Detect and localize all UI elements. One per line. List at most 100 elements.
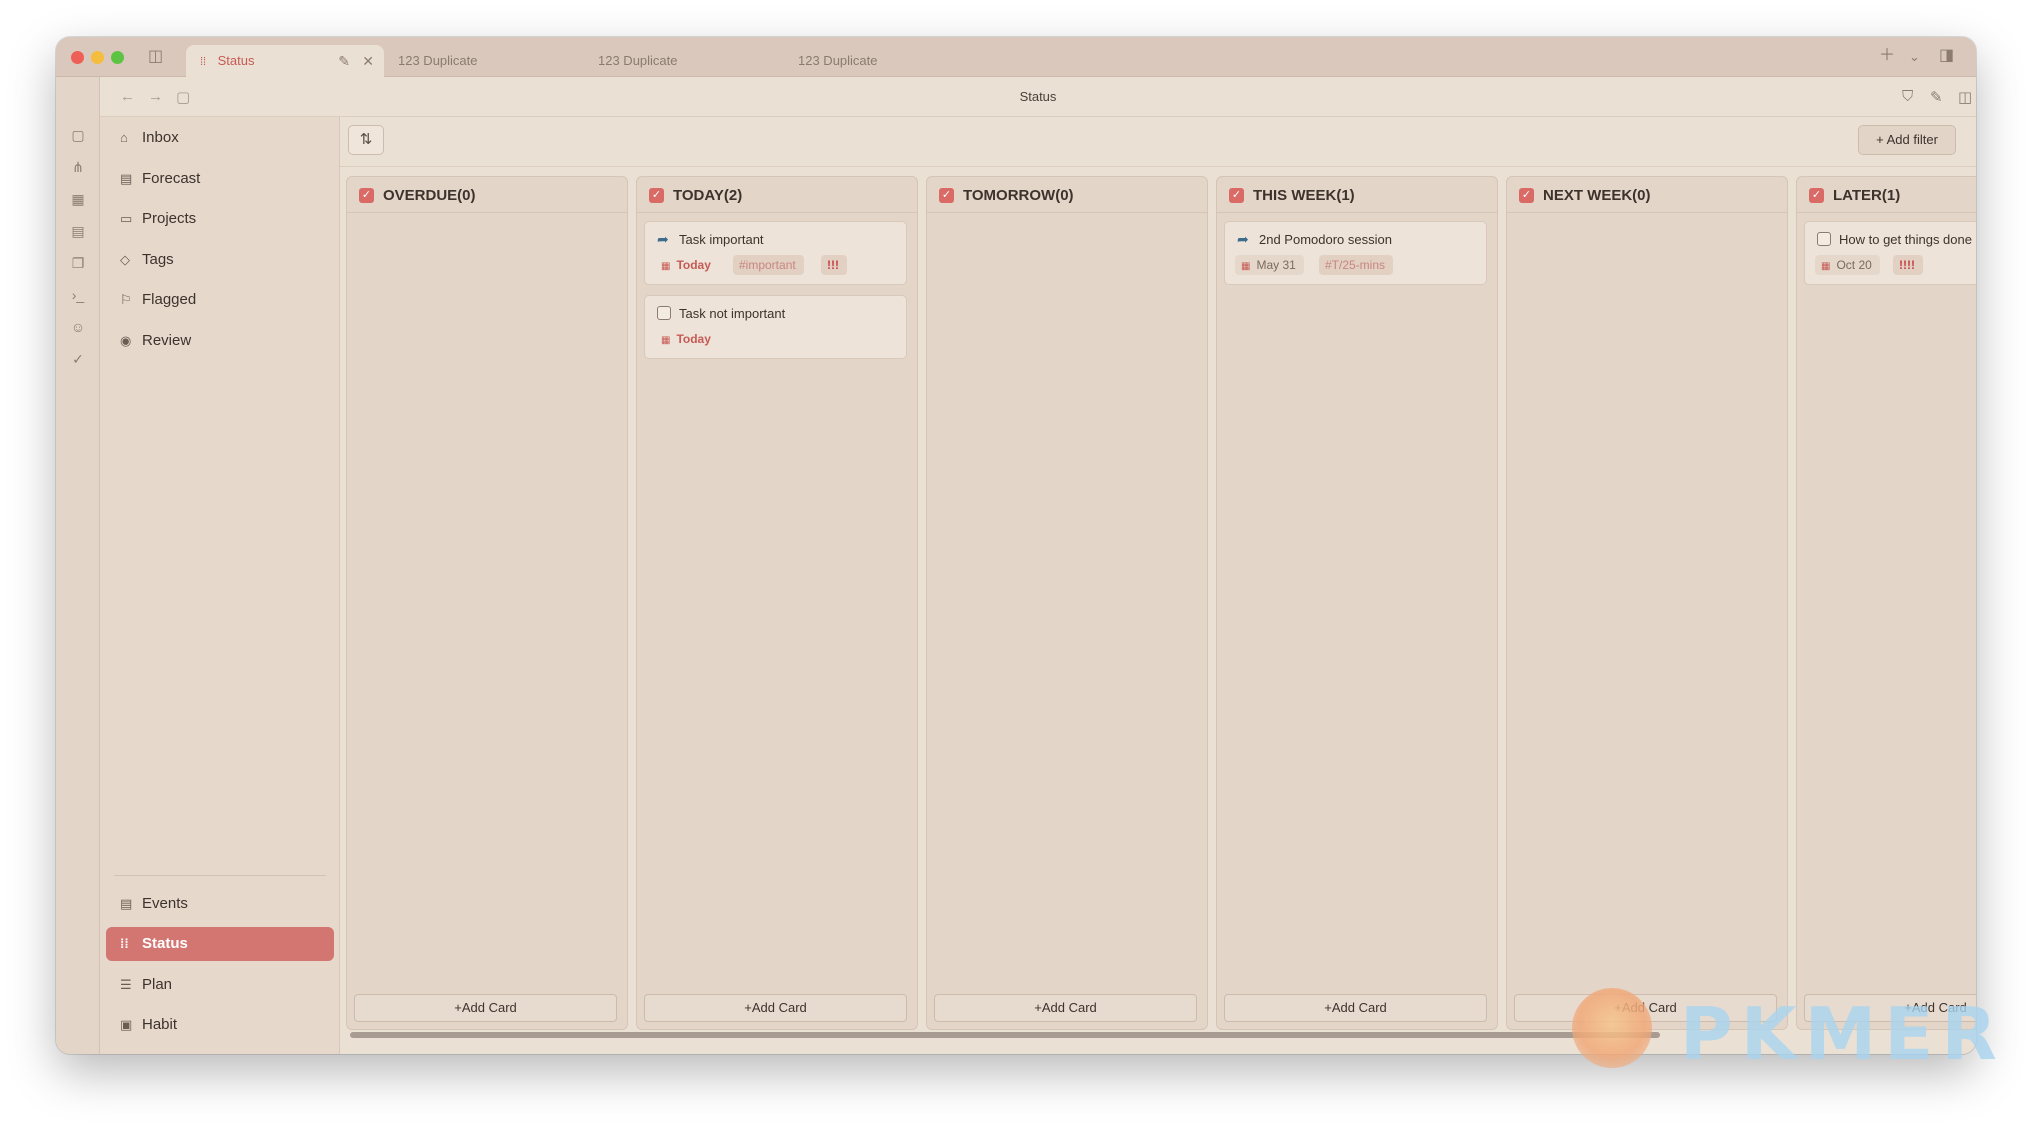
column-header: ✓ TOMORROW(0) [927,177,1207,213]
habit-icon: ▣ [120,1017,133,1032]
tag-chip[interactable]: #important [733,255,804,275]
column-title: NEXT WEEK(0) [1543,187,1651,204]
add-filter-label: Add filter [1886,132,1938,147]
sidebar-item-forecast[interactable]: ▤ Forecast [106,162,334,196]
calendar-icon: ▤ [120,171,133,186]
plus-icon: + [744,1000,752,1015]
sidebar-item-review[interactable]: ◉ Review [106,324,334,358]
add-card-button[interactable]: +Add Card [1804,994,1976,1022]
priority-chip: !!!! [1893,255,1923,275]
tab-duplicate-2[interactable]: 123 Duplicate [584,45,784,77]
column-checkbox[interactable]: ✓ [1519,188,1534,203]
tab-label: 123 Duplicate [398,53,478,68]
date-chip: ▦ Today [655,329,719,349]
add-filter-button[interactable]: + Add filter [1858,125,1956,155]
task-title: 2nd Pomodoro session [1259,232,1392,247]
calendar-icon[interactable]: ▤ [70,223,86,239]
graph-icon[interactable]: ⋔ [70,159,86,175]
column-checkbox[interactable]: ✓ [649,188,664,203]
add-card-button[interactable]: +Add Card [934,994,1197,1022]
sidebar-item-status[interactable]: ⁞⁞ Status [106,927,334,961]
task-checkbox[interactable] [1817,232,1831,246]
date-label: Today [676,332,711,346]
column-checkbox[interactable]: ✓ [939,188,954,203]
tab-duplicate-3[interactable]: 123 Duplicate [784,45,984,77]
sidebar-item-label: Tags [142,251,174,268]
add-card-button[interactable]: +Add Card [1514,994,1777,1022]
sort-icon: ⇅ [359,131,373,148]
layout-icon[interactable]: ◫ [1958,88,1972,106]
sidebar-item-flagged[interactable]: ⚐ Flagged [106,283,334,317]
flag-icon: ⚐ [120,292,132,307]
horizontal-scrollbar[interactable] [350,1032,1660,1038]
new-tab-icon[interactable]: ＋ [1879,48,1895,64]
title-bar: ◫ ⁞⁞ Status ✎ ✕ 123 Duplicate 123 Duplic… [56,37,1976,77]
close-tab-icon[interactable]: ✕ [362,45,374,77]
task-card[interactable]: ➦ 2nd Pomodoro session ▦ May 31 #T/25-min… [1224,221,1487,285]
column-title: TODAY(2) [673,187,743,204]
date-chip: ▦ Oct 20 [1815,255,1880,275]
column-checkbox[interactable]: ✓ [1809,188,1824,203]
task-card[interactable]: How to get things done ▦ Oct 20 !!!! [1804,221,1976,285]
right-sidebar-toggle-icon[interactable]: ◨ [1939,48,1954,64]
task-card[interactable]: Task not important ▦ Today [644,295,907,359]
sidebar-item-inbox[interactable]: ⌂ Inbox [106,121,334,155]
sidebar-item-label: Review [142,332,192,349]
sidebar: ⌂ Inbox ▤ Forecast ▭ Projects ◇ Tags ⚐ Flagge… [100,117,340,1054]
column-title: TOMORROW(0) [963,187,1074,204]
grid-icon[interactable]: ▦ [70,191,86,207]
board-toolbar: ⇅ + Add filter [340,117,1976,167]
inbox-icon: ⌂ [120,130,128,145]
add-card-button[interactable]: +Add Card [1224,994,1487,1022]
sidebar-item-events[interactable]: ▤ Events [106,887,334,921]
zoom-window-button[interactable] [111,51,124,64]
filter-icon[interactable]: ⛉ [1902,88,1913,105]
calendar-icon: ▦ [661,261,671,272]
chevron-down-icon[interactable]: ⌄ [1909,49,1920,65]
app-window: ◫ ⁞⁞ Status ✎ ✕ 123 Duplicate 123 Duplic… [56,37,1976,1054]
eye-icon: ◉ [120,333,132,348]
tab-status[interactable]: ⁞⁞ Status ✎ ✕ [186,45,384,77]
file-icon[interactable]: ▢ [70,127,86,143]
column-this-week: ✓ THIS WEEK(1) ➦ 2nd Pomodoro session ▦ M… [1216,176,1498,1030]
sidebar-item-habit[interactable]: ▣ Habit [106,1008,334,1042]
task-check-icon[interactable]: ✓ [70,351,86,367]
copy-icon[interactable]: ❐ [70,255,86,271]
sidebar-item-label: Status [142,935,188,952]
add-card-button[interactable]: +Add Card [354,994,617,1022]
column-checkbox[interactable]: ✓ [359,188,374,203]
calendar-icon: ▦ [1821,261,1831,272]
edit-icon[interactable]: ✎ [1930,88,1943,106]
column-checkbox[interactable]: ✓ [1229,188,1244,203]
plus-icon: + [1904,1000,1912,1015]
column-header: ✓ NEXT WEEK(0) [1507,177,1787,213]
task-card[interactable]: ➦ Task important ▦ Today #important !!! [644,221,907,285]
sort-button[interactable]: ⇅ [348,125,384,155]
close-window-button[interactable] [71,51,84,64]
sidebar-toggle-icon[interactable]: ◫ [148,49,163,65]
edit-icon[interactable]: ✎ [338,45,350,77]
add-card-button[interactable]: +Add Card [644,994,907,1022]
sidebar-item-projects[interactable]: ▭ Projects [106,202,334,236]
ribbon: ▢ ⋔ ▦ ▤ ❐ ›_ ☺ ✓ [56,77,100,1054]
sidebar-item-plan[interactable]: ☰ Plan [106,968,334,1002]
plus-icon: + [1034,1000,1042,1015]
tab-label: 123 Duplicate [798,53,878,68]
sidebar-item-label: Forecast [142,170,201,187]
calendar-icon: ▦ [661,335,671,346]
smile-icon[interactable]: ☺ [70,319,86,335]
calendar-icon: ▦ [1241,261,1251,272]
page-title: Status [1019,89,1057,104]
tag-chip[interactable]: #T/25-mins [1319,255,1394,275]
sidebar-item-tags[interactable]: ◇ Tags [106,243,334,277]
column-header: ✓ OVERDUE(0) [347,177,627,213]
terminal-icon[interactable]: ›_ [70,287,86,303]
sidebar-item-label: Habit [142,1016,178,1033]
add-card-label: Add Card [461,1000,517,1015]
add-card-label: Add Card [1621,1000,1677,1015]
column-later: ✓ LATER(1) How to get things done ▦ Oct 2… [1796,176,1976,1030]
minimize-window-button[interactable] [91,51,104,64]
task-checkbox[interactable] [657,306,671,320]
column-header: ✓ LATER(1) [1797,177,1976,213]
tab-duplicate-1[interactable]: 123 Duplicate [384,45,584,77]
